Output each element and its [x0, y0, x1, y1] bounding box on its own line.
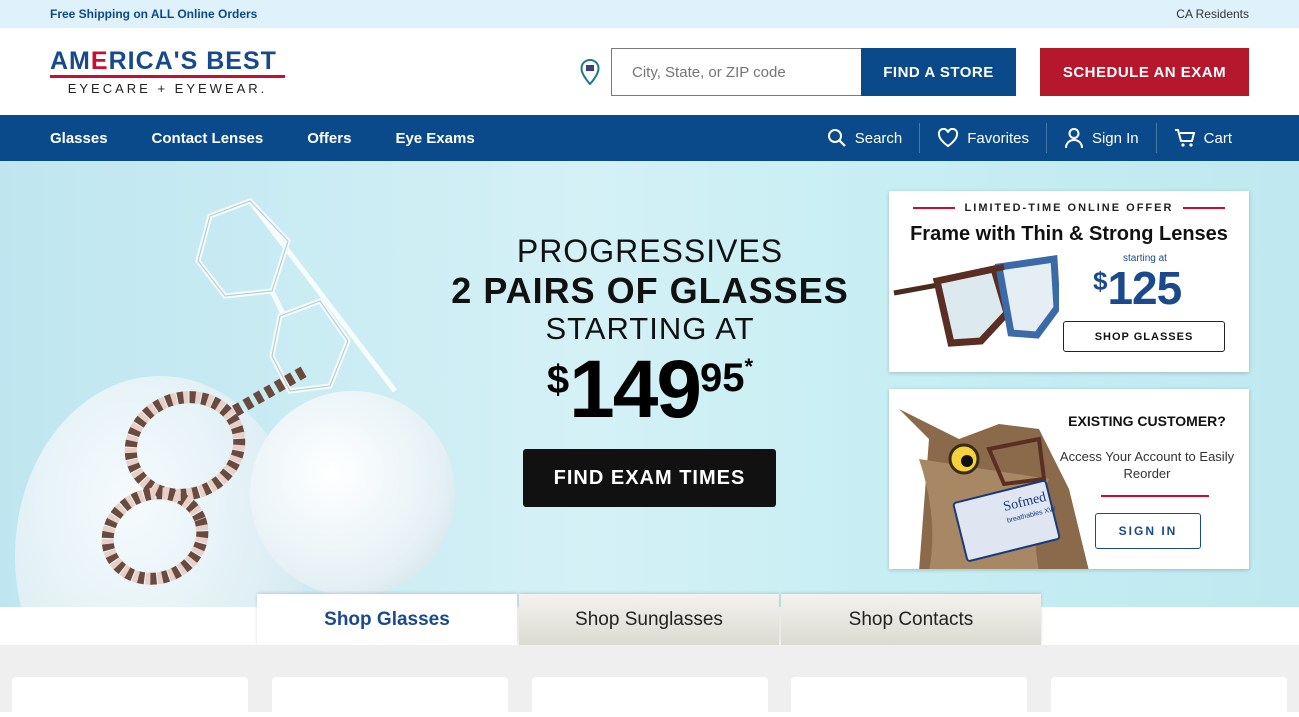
tab-shop-sunglasses[interactable]: Shop Sunglasses	[519, 594, 779, 645]
logo-text-a: AM	[50, 46, 91, 75]
nav-contact-lenses[interactable]: Contact Lenses	[152, 130, 264, 147]
hero-line-3: STARTING AT	[545, 311, 755, 346]
offer-rule-right	[1183, 207, 1226, 209]
logo-rule	[50, 74, 285, 78]
schedule-exam-button[interactable]: SCHEDULE AN EXAM	[1040, 48, 1249, 96]
product-tile[interactable]	[791, 677, 1027, 717]
offer-glasses-image	[893, 254, 1059, 347]
product-tile[interactable]	[532, 677, 768, 717]
nav-search-label: Search	[854, 129, 903, 147]
product-tile[interactable]	[272, 677, 508, 717]
nav-favorites[interactable]: Favorites	[919, 123, 1046, 153]
main-nav: Glasses Contact Lenses Offers Eye Exams …	[0, 115, 1299, 161]
store-location-input[interactable]	[611, 48, 861, 96]
product-tile[interactable]	[1051, 677, 1287, 717]
hero-price-cents: 95	[700, 356, 745, 400]
shop-glasses-button[interactable]: SHOP GLASSES	[1063, 321, 1225, 352]
ca-residents-link[interactable]: CA Residents	[1176, 7, 1249, 21]
nav-offers[interactable]: Offers	[307, 130, 351, 147]
hero-line-1: PROGRESSIVES	[516, 233, 784, 269]
offer-eyebrow: LIMITED-TIME ONLINE OFFER	[889, 202, 1249, 214]
nav-favorites-label: Favorites	[967, 129, 1029, 147]
offer-card[interactable]: LIMITED-TIME ONLINE OFFER Frame with Thi…	[889, 191, 1249, 372]
heart-icon	[938, 128, 959, 148]
sign-in-button[interactable]: SIGN IN	[1095, 513, 1201, 549]
product-tile[interactable]	[12, 677, 248, 717]
nav-sign-in-label: Sign In	[1091, 129, 1139, 147]
location-pin-icon	[580, 59, 600, 85]
shop-tabs: Shop Glasses Shop Sunglasses Shop Contac…	[257, 594, 1043, 645]
nav-glasses[interactable]: Glasses	[50, 130, 108, 147]
nav-sign-in[interactable]: Sign In	[1045, 123, 1156, 153]
offer-price: $125	[1093, 261, 1182, 315]
hero-price-main: 149	[569, 344, 702, 435]
nav-cart-label: Cart	[1203, 129, 1232, 147]
offer-price-dollar: $	[1093, 266, 1108, 296]
user-icon	[1064, 128, 1083, 149]
hero-headline: PROGRESSIVES 2 PAIRS OF GLASSES STARTING…	[440, 233, 860, 435]
hero-line-2: 2 PAIRS OF GLASSES	[451, 270, 849, 311]
hero-price: $ 149 95 *	[440, 344, 860, 435]
brand-logo[interactable]: AMERICA'S BEST EYECARE + EYEWEAR.	[50, 48, 285, 96]
nav-cart[interactable]: Cart	[1155, 123, 1249, 153]
logo-text-c: RICA'S BEST	[108, 46, 277, 75]
existing-customer-title: EXISTING CUSTOMER?	[1068, 413, 1226, 429]
hero-price-dollar: $	[546, 358, 570, 402]
tab-shop-contacts[interactable]: Shop Contacts	[781, 594, 1041, 645]
find-exam-times-button[interactable]: FIND EXAM TIMES	[523, 449, 776, 507]
nav-eye-exams[interactable]: Eye Exams	[395, 130, 474, 147]
logo-wordmark: AMERICA'S BEST	[50, 48, 285, 74]
tortoise-glasses-image	[101, 365, 308, 585]
offer-title: Frame with Thin & Strong Lenses	[910, 223, 1228, 245]
nav-utility: Search Favorites Sign In Cart	[810, 115, 1249, 161]
offer-rule-left	[912, 207, 955, 209]
offer-price-value: 125	[1107, 262, 1182, 314]
promo-topbar: Free Shipping on ALL Online Orders CA Re…	[0, 0, 1299, 28]
site-header: AMERICA'S BEST EYECARE + EYEWEAR. FIND A…	[0, 28, 1299, 115]
search-icon	[827, 129, 846, 147]
logo-text-b: E	[90, 46, 109, 75]
logo-tagline: EYECARE + EYEWEAR.	[67, 80, 268, 96]
offer-eyebrow-text: LIMITED-TIME ONLINE OFFER	[964, 202, 1174, 214]
nav-search[interactable]: Search	[810, 123, 920, 153]
hero-price-asterisk: *	[744, 354, 754, 379]
find-store-button[interactable]: FIND A STORE	[861, 48, 1016, 96]
existing-customer-card: Sofmed breathables XW EXISTING CUSTOMER?…	[889, 389, 1249, 569]
existing-customer-text: Access Your Account to Easily Reorder	[1059, 449, 1235, 481]
cart-icon	[1174, 129, 1195, 147]
customer-rule	[1101, 495, 1209, 497]
hero-banner: PROGRESSIVES 2 PAIRS OF GLASSES STARTING…	[0, 161, 1299, 608]
tab-shop-glasses[interactable]: Shop Glasses	[257, 594, 517, 645]
free-shipping-link[interactable]: Free Shipping on ALL Online Orders	[50, 7, 257, 21]
